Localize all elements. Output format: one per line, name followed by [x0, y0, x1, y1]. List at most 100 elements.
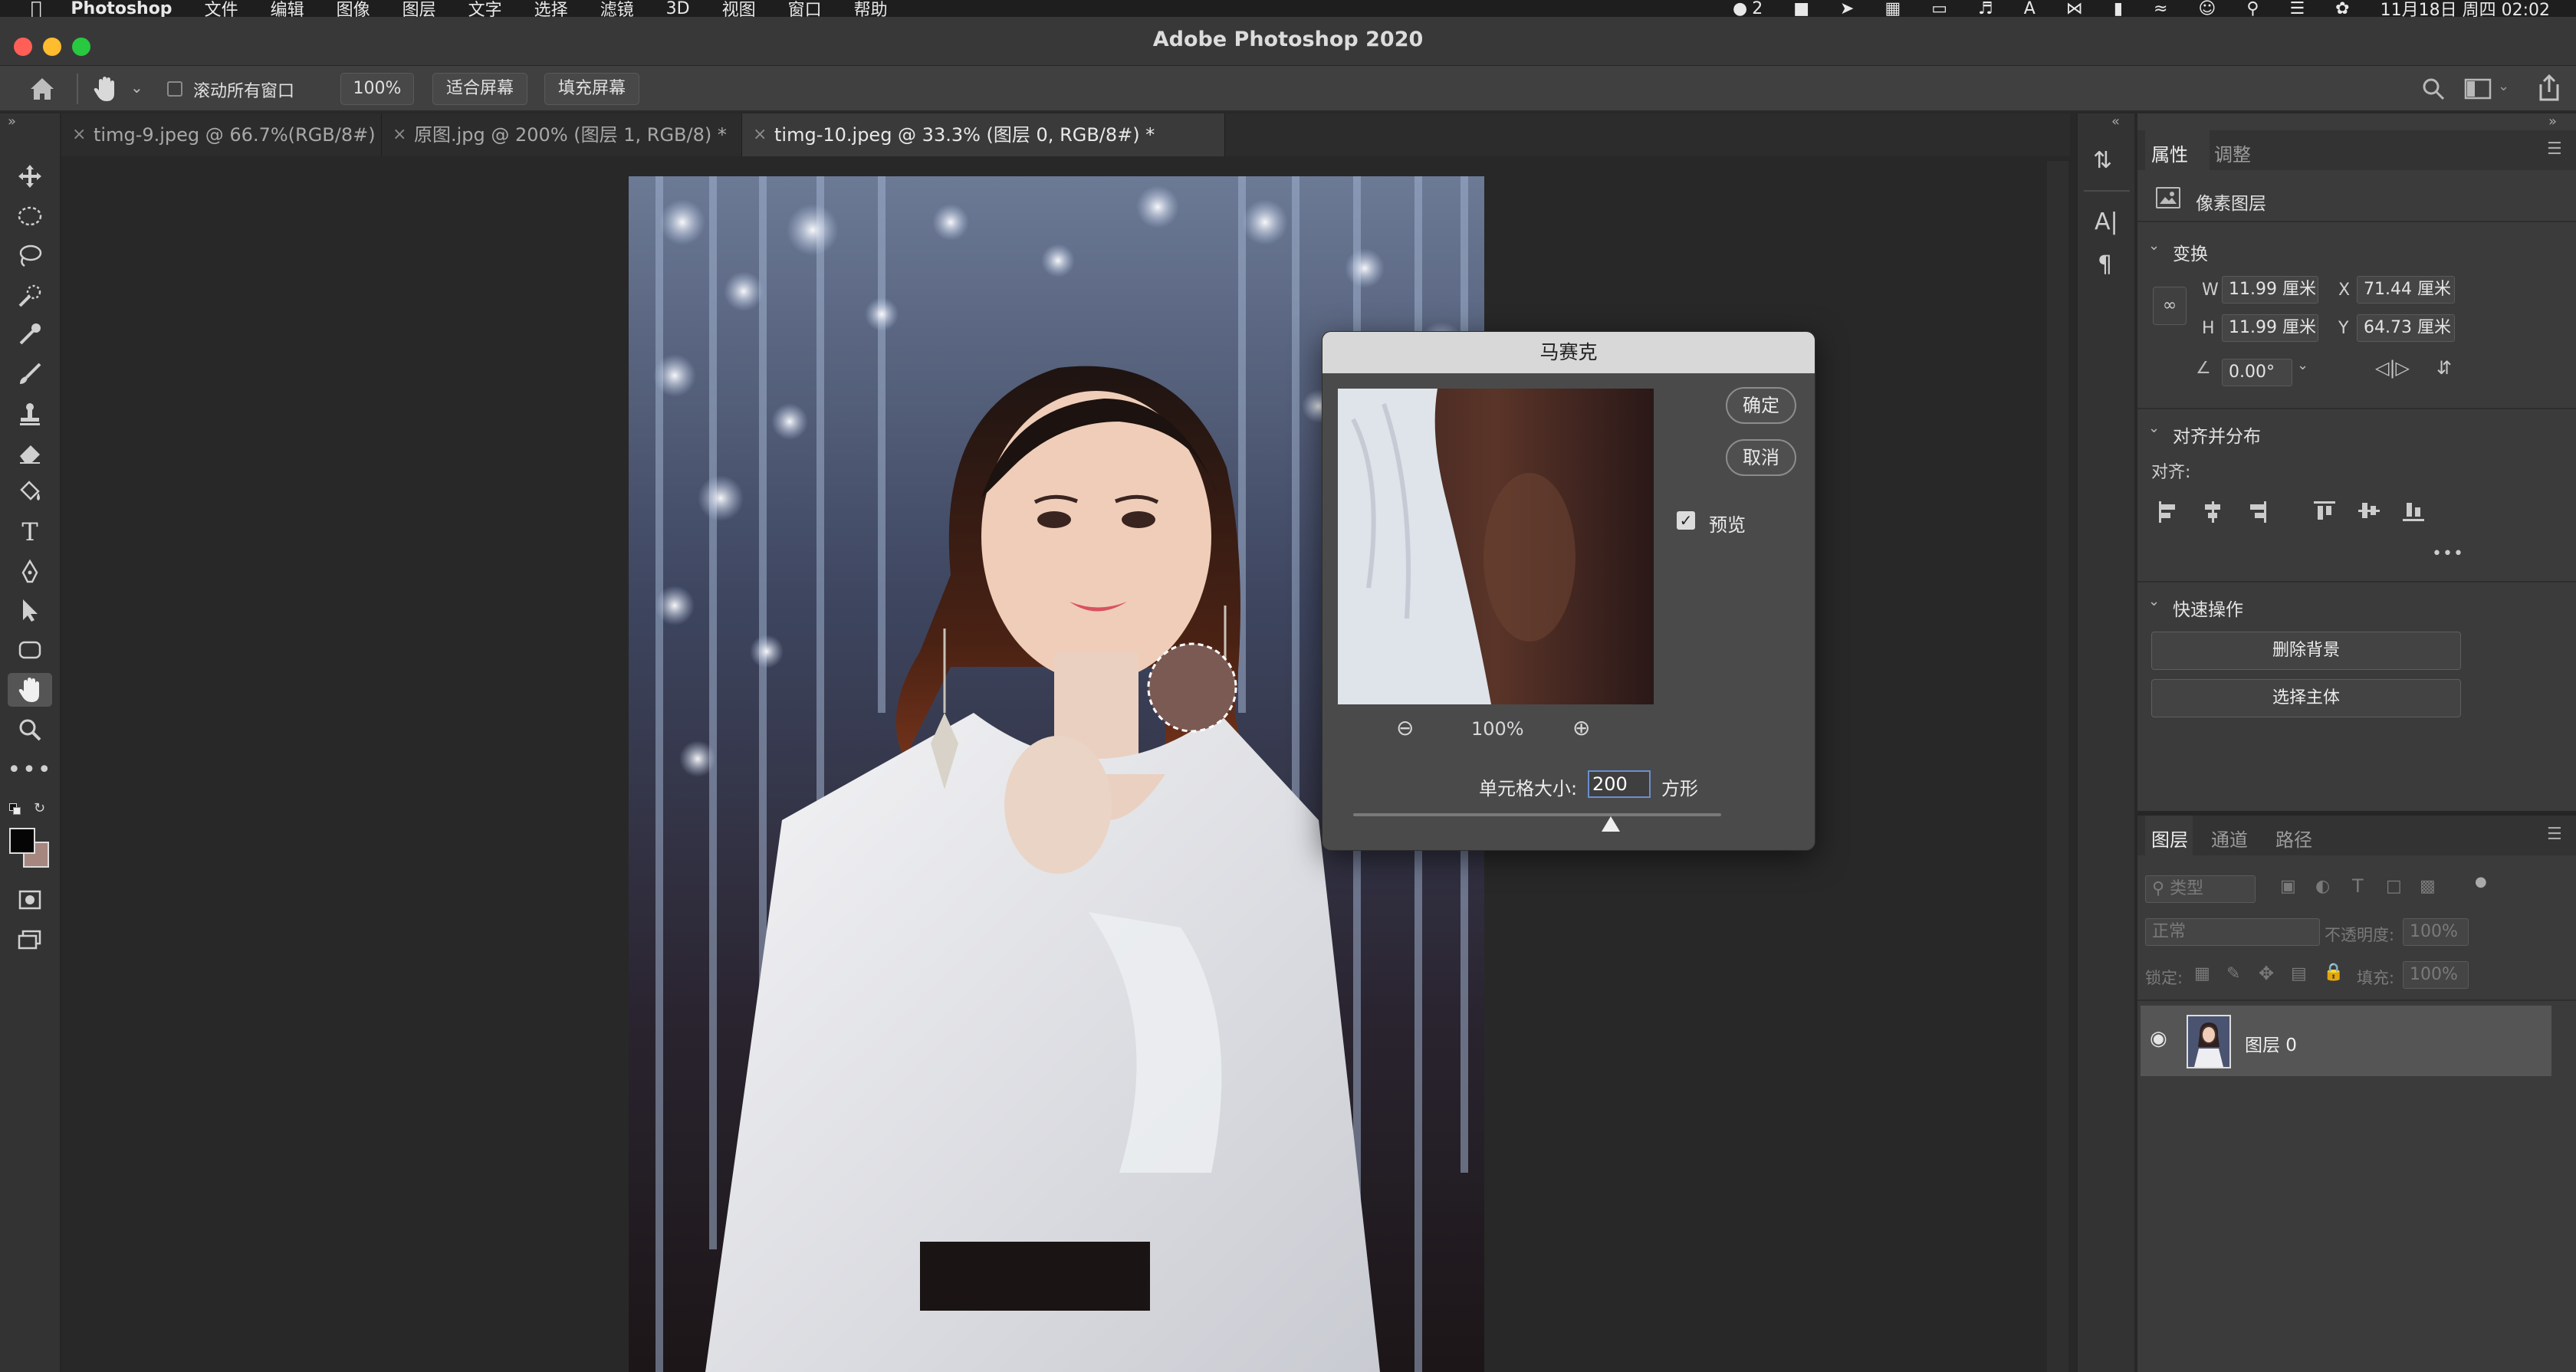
scroll-all-checkbox[interactable] [167, 81, 182, 97]
filter-toggle-icon[interactable]: ● [2475, 874, 2487, 890]
zoom-in-icon[interactable]: ⊕ [1572, 715, 1590, 740]
spotlight-icon[interactable]: ⚲ [2246, 0, 2259, 18]
volume-icon[interactable]: ♬ [1978, 0, 1993, 18]
paragraph-panel-icon[interactable]: ¶ [2098, 251, 2112, 278]
zoom-tool-icon[interactable] [8, 713, 52, 747]
link-dimensions-icon[interactable]: ∞ [2153, 287, 2187, 325]
align-bottom-icon[interactable] [2403, 501, 2424, 521]
foreground-color-swatch[interactable] [9, 828, 35, 854]
lock-position-icon[interactable]: ✥ [2259, 963, 2274, 984]
blend-mode-dropdown[interactable]: 正常 [2145, 918, 2320, 946]
input-method-icon[interactable]: A [2024, 0, 2036, 18]
tab-timg-10[interactable]: × timg-10.jpeg @ 33.3% (图层 0, RGB/8#) * [742, 113, 1225, 156]
battery-icon[interactable]: ▮ [2114, 0, 2123, 18]
flip-horizontal-icon[interactable]: ◁|▷ [2375, 357, 2410, 379]
eyedropper-tool-icon[interactable] [8, 317, 52, 351]
layer-name[interactable]: 图层 0 [2245, 1030, 2297, 1056]
filter-type-icon[interactable]: T [2352, 875, 2364, 897]
layers-panel-menu-icon[interactable]: ☰ [2547, 825, 2562, 844]
canvas-scrollbar[interactable] [2047, 161, 2068, 1372]
brush-tool-icon[interactable] [8, 357, 52, 391]
align-left-icon[interactable] [2159, 501, 2177, 523]
cell-size-slider-track[interactable] [1353, 813, 1721, 816]
move-tool-icon[interactable] [8, 159, 52, 193]
paint-bucket-tool-icon[interactable] [8, 475, 52, 509]
panels-collapse-icon[interactable]: » [2548, 113, 2557, 130]
width-field[interactable]: 11.99 厘米 [2222, 276, 2318, 304]
strip-collapse-icon[interactable]: « [2111, 113, 2120, 130]
tab-original[interactable]: × 原图.jpg @ 200% (图层 1, RGB/8) * [382, 113, 742, 156]
ok-button[interactable]: 确定 [1726, 387, 1796, 424]
align-hcenter-icon[interactable] [2203, 501, 2222, 523]
fill-field[interactable]: 100% [2403, 961, 2469, 989]
path-selection-tool-icon[interactable] [8, 593, 52, 627]
bluetooth-icon[interactable]: ⋈ [2066, 0, 2083, 18]
align-vcenter-icon[interactable] [2358, 501, 2380, 521]
more-align-options-icon[interactable]: ••• [2432, 544, 2464, 563]
filter-preview[interactable] [1338, 389, 1654, 704]
status-icon[interactable]: ➤ [1840, 0, 1854, 18]
cell-size-input[interactable]: 200 [1588, 770, 1651, 798]
home-icon[interactable] [28, 75, 57, 103]
close-tab-icon[interactable]: × [393, 113, 406, 156]
control-center-icon[interactable]: ☰ [2289, 0, 2305, 18]
layer-filter-dropdown[interactable]: ⚲ 类型 [2145, 875, 2256, 903]
bag-icon[interactable]: ▦ [1884, 0, 1901, 18]
shape-tool-icon[interactable] [8, 633, 52, 667]
angle-dropdown-icon[interactable]: ⌄ [2297, 357, 2308, 373]
fill-screen-button[interactable]: 填充屏幕 [544, 73, 639, 105]
y-field[interactable]: 64.73 厘米 [2357, 314, 2455, 342]
character-panel-icon[interactable]: A| [2095, 208, 2118, 235]
preview-checkbox[interactable]: ✓ [1677, 511, 1695, 530]
siri-icon[interactable]: ✿ [2335, 0, 2349, 18]
tab-properties[interactable]: 属性 [2151, 139, 2188, 166]
toolbar-collapse-icon[interactable]: » [8, 113, 16, 130]
flip-vertical-icon[interactable]: ⇵ [2436, 357, 2452, 379]
mosaic-selection[interactable] [1147, 642, 1237, 733]
align-header[interactable]: 对齐并分布 [2173, 422, 2261, 448]
marquee-tool-icon[interactable] [8, 199, 52, 233]
x-field[interactable]: 71.44 厘米 [2357, 276, 2455, 304]
filter-adjustment-icon[interactable]: ◐ [2315, 877, 2330, 896]
eraser-tool-icon[interactable] [8, 435, 52, 469]
quick-mask-icon[interactable] [8, 883, 52, 917]
pen-tool-icon[interactable] [8, 555, 52, 589]
align-right-icon[interactable] [2248, 501, 2266, 523]
quick-actions-chevron-icon[interactable]: ⌄ [2148, 593, 2160, 609]
quick-actions-header[interactable]: 快速操作 [2173, 595, 2243, 621]
cancel-button[interactable]: 取消 [1726, 439, 1796, 476]
workspace-chevron-icon[interactable]: ⌄ [2498, 78, 2509, 94]
align-top-icon[interactable] [2314, 501, 2335, 521]
tab-paths[interactable]: 路径 [2275, 825, 2312, 852]
hand-tool-selected-icon[interactable] [8, 673, 52, 707]
zoom-out-icon[interactable]: ⊖ [1396, 715, 1414, 740]
user-icon[interactable]: ☺ [2198, 0, 2216, 18]
default-colors-icon[interactable] [9, 803, 21, 816]
height-field[interactable]: 11.99 厘米 [2222, 314, 2318, 342]
filter-shape-icon[interactable]: □ [2386, 877, 2402, 896]
panel-menu-icon[interactable]: ☰ [2547, 139, 2562, 159]
filter-pixel-icon[interactable]: ▣ [2280, 877, 2296, 896]
tab-adjustments[interactable]: 调整 [2214, 139, 2251, 166]
visibility-eye-icon[interactable]: ◉ [2150, 1027, 2167, 1050]
more-tools-icon[interactable]: ••• [7, 753, 52, 786]
select-subject-button[interactable]: 选择主体 [2151, 679, 2461, 717]
cell-size-slider-thumb[interactable] [1602, 816, 1620, 832]
transform-header[interactable]: 变换 [2173, 239, 2208, 265]
opacity-field[interactable]: 100% [2403, 918, 2469, 946]
wechat-icon[interactable]: ● [1733, 0, 1747, 18]
workspace-icon[interactable] [2464, 78, 2492, 100]
stamp-tool-icon[interactable] [8, 397, 52, 431]
layer-row[interactable]: ◉ 图层 0 [2141, 1006, 2551, 1076]
display-icon[interactable]: ▭ [1931, 0, 1947, 18]
lock-all-icon[interactable]: 🔒 [2323, 963, 2344, 982]
menu-3d[interactable]: 3D [666, 0, 690, 18]
lock-artboard-icon[interactable]: ▤ [2291, 964, 2307, 983]
share-icon[interactable] [2536, 74, 2562, 103]
history-panel-icon[interactable]: ⇅ [2093, 147, 2124, 181]
screen-mode-icon[interactable] [8, 923, 52, 957]
menu-app-name[interactable]: Photoshop [71, 0, 172, 18]
close-tab-icon[interactable]: × [72, 113, 86, 156]
search-icon[interactable] [2421, 77, 2446, 101]
tab-layers[interactable]: 图层 [2151, 825, 2188, 852]
